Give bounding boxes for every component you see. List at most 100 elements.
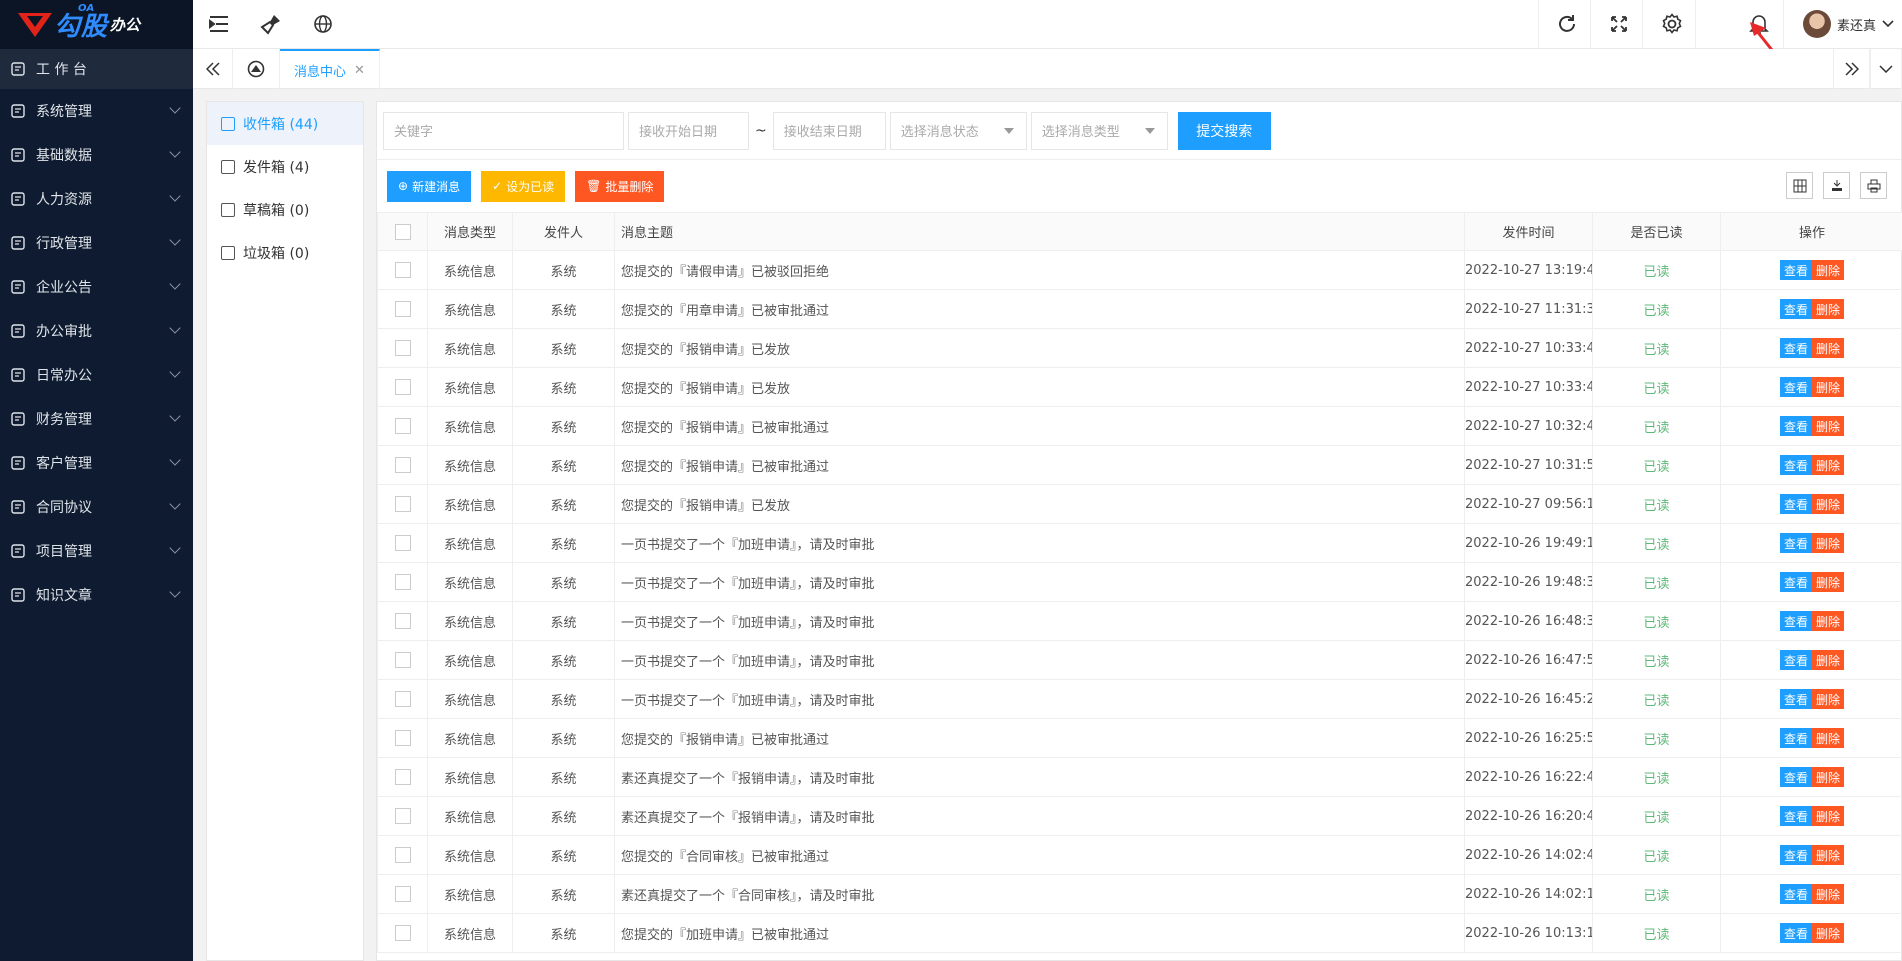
sidebar-item[interactable]: 人力资源 [0, 177, 193, 221]
type-select[interactable]: 选择消息类型 [1030, 111, 1168, 150]
sidebar-item[interactable]: 行政管理 [0, 221, 193, 265]
view-button[interactable]: 查看 [1779, 884, 1812, 904]
mailbox-item[interactable]: 草稿箱 (0) [207, 188, 363, 231]
table-row[interactable]: 系统信息 系统 您提交的『报销申请』已被审批通过 2022-10-27 10:31:5… [377, 445, 1902, 485]
header-sender[interactable]: 发件人 [512, 212, 615, 251]
row-checkbox[interactable] [394, 496, 411, 512]
delete-button[interactable]: 删除 [1812, 572, 1845, 592]
row-checkbox[interactable] [394, 418, 411, 434]
sidebar-item[interactable]: 基础数据 [0, 133, 193, 177]
keyword-input[interactable]: 关键字 [383, 111, 624, 150]
cell-subject[interactable]: 素还真提交了一个『合同审核』，请及时审批 [614, 874, 1465, 914]
menu-fold-icon[interactable] [205, 10, 233, 38]
columns-icon[interactable] [1786, 172, 1813, 199]
view-button[interactable]: 查看 [1779, 416, 1812, 436]
cell-subject[interactable]: 素还真提交了一个『报销申请』，请及时审批 [614, 757, 1465, 797]
table-row[interactable]: 系统信息 系统 您提交的『用章申请』已被审批通过 2022-10-27 11:31:3… [377, 289, 1902, 329]
mailbox-item[interactable]: 垃圾箱 (0) [207, 231, 363, 274]
table-row[interactable]: 系统信息 系统 一页书提交了一个『加班申请』，请及时审批 2022-10-26 16:… [377, 679, 1902, 719]
delete-button[interactable]: 删除 [1812, 689, 1845, 709]
close-icon[interactable]: ✕ [354, 63, 365, 78]
home-tab-icon[interactable] [233, 49, 280, 89]
clear-cache-icon[interactable] [257, 10, 285, 38]
view-button[interactable]: 查看 [1779, 728, 1812, 748]
view-button[interactable]: 查看 [1779, 533, 1812, 553]
delete-button[interactable]: 删除 [1812, 845, 1845, 865]
header-time[interactable]: 发件时间 [1464, 212, 1593, 251]
user-menu[interactable]: 素还真 [1802, 10, 1894, 38]
sidebar-item[interactable]: 系统管理 [0, 89, 193, 133]
delete-button[interactable]: 删除 [1812, 416, 1845, 436]
view-button[interactable]: 查看 [1779, 923, 1812, 943]
table-row[interactable]: 系统信息 系统 您提交的『报销申请』已发放 2022-10-27 10:33:42 已读… [377, 328, 1902, 368]
fullscreen-icon[interactable] [1605, 10, 1633, 38]
sidebar-item[interactable]: 工 作 台 [0, 49, 193, 89]
row-checkbox[interactable] [394, 301, 411, 317]
view-button[interactable]: 查看 [1779, 845, 1812, 865]
view-button[interactable]: 查看 [1779, 611, 1812, 631]
globe-icon[interactable] [309, 10, 337, 38]
view-button[interactable]: 查看 [1779, 377, 1812, 397]
delete-button[interactable]: 删除 [1812, 767, 1845, 787]
view-button[interactable]: 查看 [1779, 650, 1812, 670]
mailbox-item[interactable]: 发件箱 (4) [207, 145, 363, 188]
cell-subject[interactable]: 您提交的『报销申请』已发放 [614, 328, 1465, 368]
table-row[interactable]: 系统信息 系统 素还真提交了一个『报销申请』，请及时审批 2022-10-26 16:… [377, 757, 1902, 797]
cell-subject[interactable]: 您提交的『报销申请』已发放 [614, 367, 1465, 407]
cell-subject[interactable]: 您提交的『用章申请』已被审批通过 [614, 289, 1465, 329]
cell-subject[interactable]: 一页书提交了一个『加班申请』，请及时审批 [614, 523, 1465, 563]
row-checkbox[interactable] [394, 535, 411, 551]
view-button[interactable]: 查看 [1779, 494, 1812, 514]
header-subject[interactable]: 消息主题 [614, 212, 1465, 251]
mark-read-button[interactable]: ✓ 设为已读 [481, 170, 566, 202]
sidebar-item[interactable]: 企业公告 [0, 265, 193, 309]
row-checkbox[interactable] [394, 379, 411, 395]
row-checkbox[interactable] [394, 847, 411, 863]
view-button[interactable]: 查看 [1779, 338, 1812, 358]
status-select[interactable]: 选择消息状态 [889, 111, 1027, 150]
header-read[interactable]: 是否已读 [1592, 212, 1721, 251]
table-row[interactable]: 系统信息 系统 您提交的『请假申请』已被驳回拒绝 2022-10-27 13:19:4… [377, 250, 1902, 290]
delete-button[interactable]: 删除 [1812, 299, 1845, 319]
row-checkbox[interactable] [394, 769, 411, 785]
refresh-icon[interactable] [1553, 10, 1581, 38]
row-checkbox[interactable] [394, 652, 411, 668]
sidebar-item[interactable]: 知识文章 [0, 573, 193, 617]
row-checkbox[interactable] [394, 457, 411, 473]
row-checkbox[interactable] [394, 613, 411, 629]
table-row[interactable]: 系统信息 系统 素还真提交了一个『报销申请』，请及时审批 2022-10-26 16:… [377, 796, 1902, 836]
row-checkbox[interactable] [394, 886, 411, 902]
table-row[interactable]: 系统信息 系统 一页书提交了一个『加班申请』，请及时审批 2022-10-26 19:… [377, 562, 1902, 602]
delete-button[interactable]: 删除 [1812, 455, 1845, 475]
tab-message-center[interactable]: 消息中心 ✕ [280, 49, 380, 89]
app-logo[interactable]: OA 勾股 办公 [0, 0, 193, 49]
sidebar-item[interactable]: 办公审批 [0, 309, 193, 353]
cell-subject[interactable]: 一页书提交了一个『加班申请』，请及时审批 [614, 562, 1465, 602]
view-button[interactable]: 查看 [1779, 260, 1812, 280]
delete-button[interactable]: 删除 [1812, 533, 1845, 553]
view-button[interactable]: 查看 [1779, 299, 1812, 319]
table-row[interactable]: 系统信息 系统 您提交的『报销申请』已被审批通过 2022-10-26 16:25:5… [377, 718, 1902, 758]
view-button[interactable]: 查看 [1779, 455, 1812, 475]
submit-search-button[interactable]: 提交搜索 [1177, 111, 1271, 150]
cell-subject[interactable]: 您提交的『报销申请』已被审批通过 [614, 718, 1465, 758]
cell-subject[interactable]: 您提交的『报销申请』已被审批通过 [614, 406, 1465, 446]
end-date-input[interactable]: 接收结束日期 [772, 111, 886, 150]
print-icon[interactable] [1860, 172, 1887, 199]
cell-subject[interactable]: 您提交的『报销申请』已被审批通过 [614, 445, 1465, 485]
table-row[interactable]: 系统信息 系统 一页书提交了一个『加班申请』，请及时审批 2022-10-26 16:… [377, 601, 1902, 641]
cell-subject[interactable]: 一页书提交了一个『加班申请』，请及时审批 [614, 601, 1465, 641]
row-checkbox[interactable] [394, 808, 411, 824]
delete-button[interactable]: 删除 [1812, 611, 1845, 631]
row-checkbox[interactable] [394, 691, 411, 707]
cell-subject[interactable]: 一页书提交了一个『加班申请』，请及时审批 [614, 679, 1465, 719]
delete-button[interactable]: 删除 [1812, 650, 1845, 670]
delete-button[interactable]: 删除 [1812, 377, 1845, 397]
table-row[interactable]: 系统信息 系统 素还真提交了一个『合同审核』，请及时审批 2022-10-26 14:… [377, 874, 1902, 914]
view-button[interactable]: 查看 [1779, 767, 1812, 787]
header-type[interactable]: 消息类型 [427, 212, 513, 251]
table-row[interactable]: 系统信息 系统 您提交的『报销申请』已被审批通过 2022-10-27 10:32:4… [377, 406, 1902, 446]
row-checkbox[interactable] [394, 574, 411, 590]
gear-icon[interactable] [1658, 10, 1686, 38]
cell-subject[interactable]: 您提交的『合同审核』已被审批通过 [614, 835, 1465, 875]
